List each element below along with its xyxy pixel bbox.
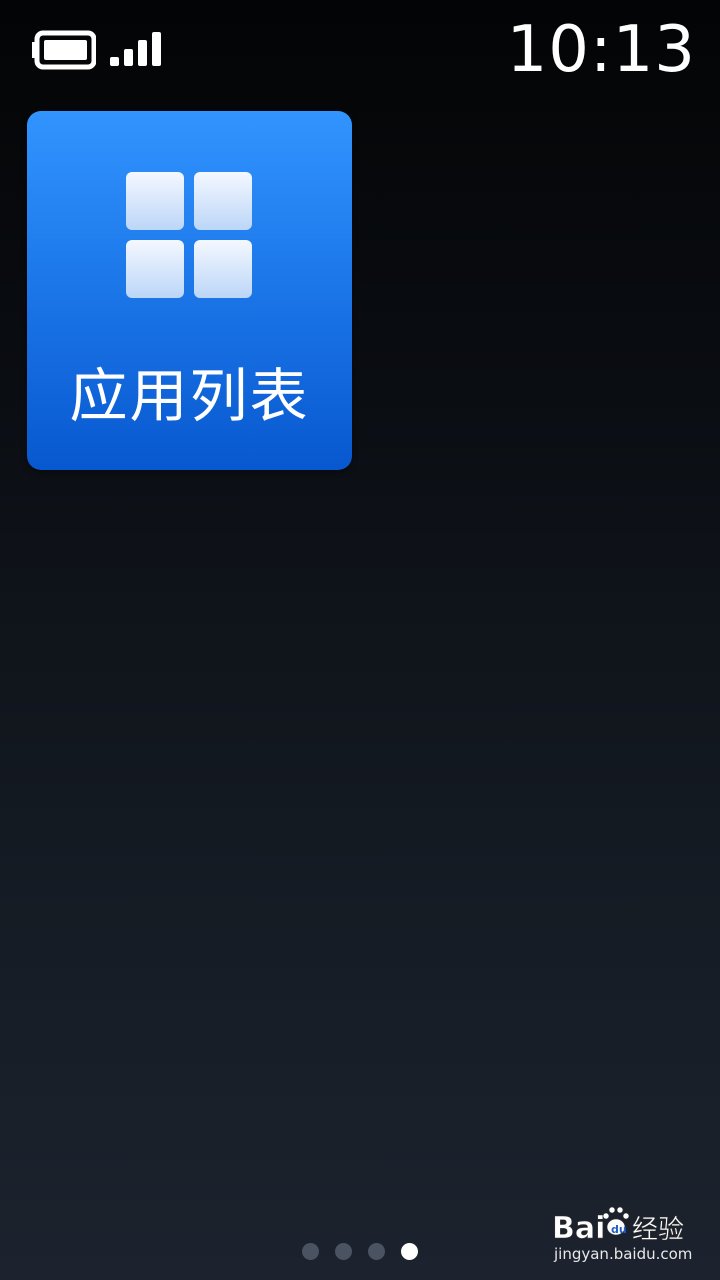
svg-text:Bai: Bai	[552, 1211, 605, 1244]
page-dot-4-active[interactable]	[401, 1243, 418, 1260]
svg-text:经验: 经验	[632, 1215, 684, 1244]
baidu-logo: Bai du 经验	[552, 1206, 684, 1244]
battery-icon	[32, 30, 96, 70]
page-dot-2[interactable]	[335, 1243, 352, 1260]
watermark-url: jingyan.baidu.com	[554, 1245, 693, 1263]
app-grid-icon	[126, 172, 252, 298]
svg-text:du: du	[611, 1223, 627, 1236]
baidu-jingyan-watermark: Bai du 经验 jingyan.baidu.com	[552, 1200, 712, 1270]
status-bar: 10:13	[0, 0, 720, 100]
app-list-label: 应用列表	[69, 362, 310, 430]
page-indicator	[300, 1243, 422, 1263]
page-dot-1[interactable]	[302, 1243, 319, 1260]
app-list-tile[interactable]: 应用列表	[27, 111, 352, 470]
page-dot-3[interactable]	[368, 1243, 385, 1260]
signal-strength-icon	[110, 32, 161, 66]
status-clock: 10:13	[506, 13, 696, 87]
